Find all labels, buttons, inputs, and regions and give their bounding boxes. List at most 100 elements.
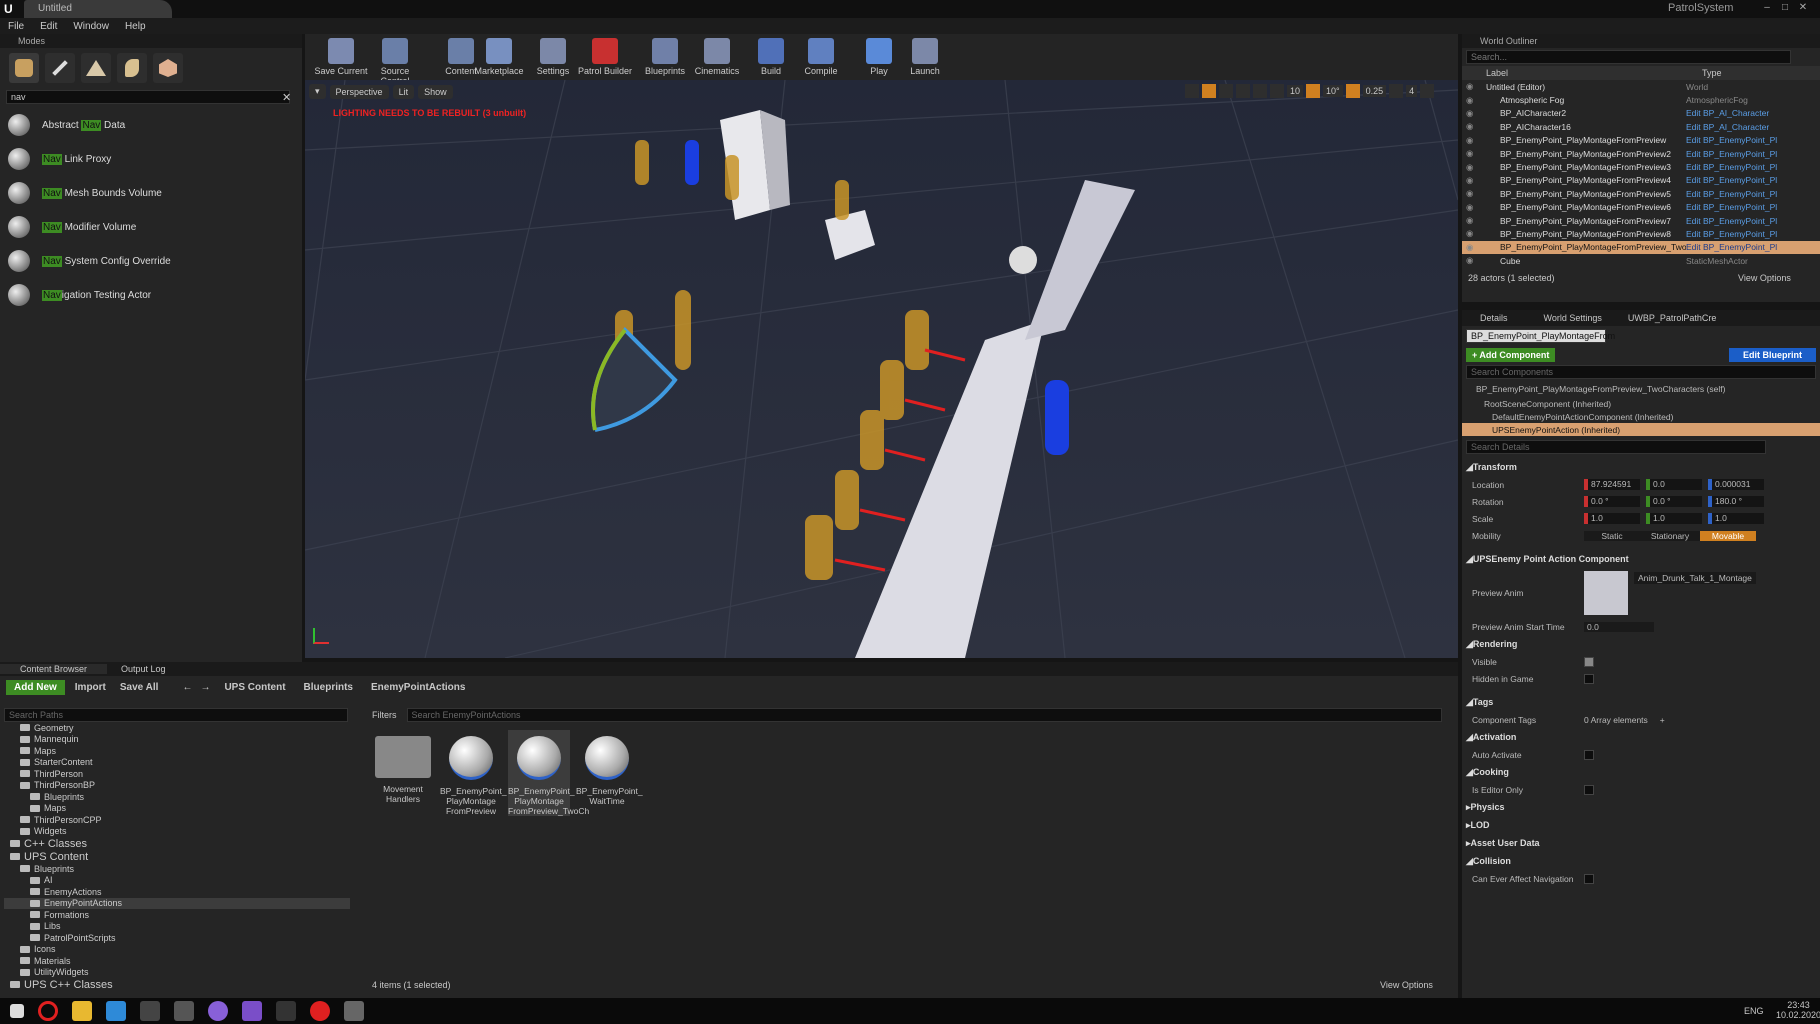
folder-tree-item[interactable]: Maps: [4, 803, 350, 815]
folder-tree-item[interactable]: ThirdPersonBP: [4, 780, 350, 792]
perspective-button[interactable]: Perspective: [329, 84, 389, 99]
outliner-row[interactable]: ◉ Untitled (Editor) World: [1462, 80, 1820, 93]
anim-asset-dropdown[interactable]: Anim_Drunk_Talk_1_Montage: [1634, 572, 1756, 584]
folder-tree-item[interactable]: UPS C++ Classes: [4, 978, 350, 991]
viewport-options-button[interactable]: ▾: [309, 84, 326, 99]
visibility-eye-icon[interactable]: ◉: [1462, 121, 1486, 132]
folder-tree-item[interactable]: Maps: [4, 745, 350, 757]
minimize-icon[interactable]: –: [1758, 2, 1776, 13]
add-tag-icon[interactable]: +: [1660, 715, 1665, 725]
scale-icon[interactable]: [1219, 84, 1233, 98]
outliner-row-type[interactable]: Edit BP_EnemyPoint_Pl: [1686, 135, 1777, 145]
folder-tree-item[interactable]: Formations: [4, 909, 350, 921]
visibility-eye-icon[interactable]: ◉: [1462, 175, 1486, 186]
component-default[interactable]: DefaultEnemyPointActionComponent (Inheri…: [1462, 410, 1820, 423]
tab-world-settings[interactable]: World Settings: [1526, 313, 1620, 323]
maximize-viewport-icon[interactable]: [1420, 84, 1435, 98]
visibility-eye-icon[interactable]: ◉: [1462, 81, 1486, 92]
toolbar-settings-button[interactable]: Settings: [523, 34, 583, 80]
outliner-row-type[interactable]: World: [1686, 82, 1708, 92]
language-indicator[interactable]: ENG: [1744, 1006, 1764, 1016]
auto-activate-checkbox[interactable]: [1584, 749, 1594, 760]
folder-tree-item[interactable]: AI: [4, 875, 350, 887]
outliner-row[interactable]: ◉ BP_EnemyPoint_PlayMontageFromPreview_Tw…: [1462, 240, 1820, 255]
visibility-eye-icon[interactable]: ◉: [1462, 255, 1486, 266]
level-viewport[interactable]: ▾ Perspective Lit Show 10 10° 0.25 4: [305, 80, 1458, 658]
tab-output-log[interactable]: Output Log: [107, 664, 180, 674]
menu-file[interactable]: File: [8, 21, 24, 32]
visibility-eye-icon[interactable]: ◉: [1462, 108, 1486, 119]
outliner-row-type[interactable]: Edit BP_EnemyPoint_Pl: [1686, 216, 1777, 226]
asset-search-input[interactable]: Search EnemyPointActions: [406, 708, 1442, 722]
place-item[interactable]: Nav System Config Override: [0, 244, 302, 278]
toolbar-save-current-button[interactable]: Save Current: [311, 34, 371, 80]
grid-snap-value[interactable]: 10: [1287, 85, 1304, 97]
component-root[interactable]: RootSceneComponent (Inherited): [1462, 397, 1820, 410]
folder-tree-item[interactable]: ThirdPersonCPP: [4, 814, 350, 826]
camera-speed-value[interactable]: 4: [1406, 85, 1418, 97]
folder-tree-item[interactable]: Blueprints: [4, 863, 350, 875]
forward-icon[interactable]: →: [200, 682, 210, 693]
outliner-row-type[interactable]: Edit BP_EnemyPoint_Pl: [1686, 162, 1777, 172]
asset-user-data-section[interactable]: ▸ Asset User Data: [1462, 834, 1820, 852]
paint-mode-icon[interactable]: [45, 53, 75, 83]
location-x-input[interactable]: 87.924591: [1588, 479, 1640, 490]
foliage-mode-icon[interactable]: [117, 53, 147, 83]
location-z-input[interactable]: 0.000031: [1712, 479, 1764, 490]
outliner-row-type[interactable]: AtmosphericFog: [1686, 95, 1748, 105]
toolbar-patrol-builder-button[interactable]: Patrol Builder: [575, 34, 635, 80]
editor-only-checkbox[interactable]: [1584, 784, 1594, 795]
outliner-row-type[interactable]: Edit BP_EnemyPoint_Pl: [1686, 202, 1777, 212]
asset-tile[interactable]: BP_EnemyPoint_ WaitTime: [576, 730, 643, 806]
actor-name-field[interactable]: BP_EnemyPoint_PlayMontageFrom: [1466, 329, 1615, 343]
cooking-section[interactable]: ◢ Cooking: [1462, 763, 1820, 781]
modes-search-input[interactable]: nav: [6, 90, 290, 104]
unreal-editor-icon[interactable]: [276, 1001, 296, 1021]
mobility-static[interactable]: Static: [1584, 530, 1640, 541]
outliner-row[interactable]: ◉ BP_EnemyPoint_PlayMontageFromPreview8 Ed…: [1462, 227, 1820, 240]
toolbar-launch-button[interactable]: Launch: [895, 34, 955, 80]
folder-tree-item[interactable]: C++ Classes: [4, 837, 350, 850]
outliner-row-type[interactable]: Edit BP_EnemyPoint_Pl: [1686, 242, 1777, 252]
outliner-row[interactable]: ◉ Atmospheric Fog AtmosphericFog: [1462, 93, 1820, 106]
outliner-row-type[interactable]: Edit BP_EnemyPoint_Pl: [1686, 229, 1777, 239]
outliner-row[interactable]: ◉ BP_EnemyPoint_PlayMontageFromPreview2 Ed…: [1462, 147, 1820, 160]
visibility-eye-icon[interactable]: ◉: [1462, 148, 1486, 159]
visibility-eye-icon[interactable]: ◉: [1462, 202, 1486, 213]
visibility-eye-icon[interactable]: ◉: [1462, 215, 1486, 226]
camera-speed-icon[interactable]: [1389, 84, 1404, 98]
scale-y-input[interactable]: 1.0: [1650, 513, 1702, 524]
visibility-eye-icon[interactable]: ◉: [1462, 188, 1486, 199]
lit-button[interactable]: Lit: [392, 84, 415, 99]
mobility-movable[interactable]: Movable: [1700, 530, 1756, 541]
folder-tree-item[interactable]: ThirdPerson: [4, 768, 350, 780]
path-2[interactable]: Blueprints: [304, 682, 353, 693]
physics-section[interactable]: ▸ Physics: [1462, 798, 1820, 816]
geometry-mode-icon[interactable]: [153, 53, 183, 83]
col-label[interactable]: Label: [1486, 68, 1702, 78]
collision-section[interactable]: ◢ Collision: [1462, 852, 1820, 870]
rotation-snap-value[interactable]: 10°: [1323, 85, 1343, 97]
scale-z-input[interactable]: 1.0: [1712, 513, 1764, 524]
component-self[interactable]: BP_EnemyPoint_PlayMontageFromPreview_Two…: [1462, 380, 1820, 397]
outliner-row-type[interactable]: StaticMeshActor: [1686, 256, 1748, 266]
rotation-x-input[interactable]: 0.0 °: [1588, 496, 1640, 507]
folder-tree-item[interactable]: Icons: [4, 944, 350, 956]
app-icon[interactable]: [106, 1001, 126, 1021]
outliner-row[interactable]: ◉ BP_EnemyPoint_PlayMontageFromPreview5 Ed…: [1462, 187, 1820, 200]
content-view-options[interactable]: View Options: [1380, 980, 1433, 990]
rendering-section[interactable]: ◢ Rendering: [1462, 635, 1820, 653]
hidden-checkbox[interactable]: [1584, 673, 1594, 684]
col-type[interactable]: Type: [1702, 68, 1722, 78]
place-item[interactable]: Abstract Nav Data: [0, 108, 302, 142]
folder-tree-item[interactable]: EnemyActions: [4, 886, 350, 898]
asset-tile[interactable]: BP_EnemyPoint_ PlayMontage FromPreview: [440, 730, 507, 816]
preview-start-input[interactable]: 0.0: [1584, 621, 1654, 632]
show-button[interactable]: Show: [418, 84, 453, 99]
document-tab[interactable]: Untitled: [24, 0, 172, 18]
game-icon[interactable]: [344, 1001, 364, 1021]
unreal-icon[interactable]: [174, 1001, 194, 1021]
outliner-tab[interactable]: World Outliner: [1462, 34, 1820, 48]
folder-tree-item[interactable]: UPS Content: [4, 850, 350, 863]
menu-help[interactable]: Help: [125, 21, 146, 32]
